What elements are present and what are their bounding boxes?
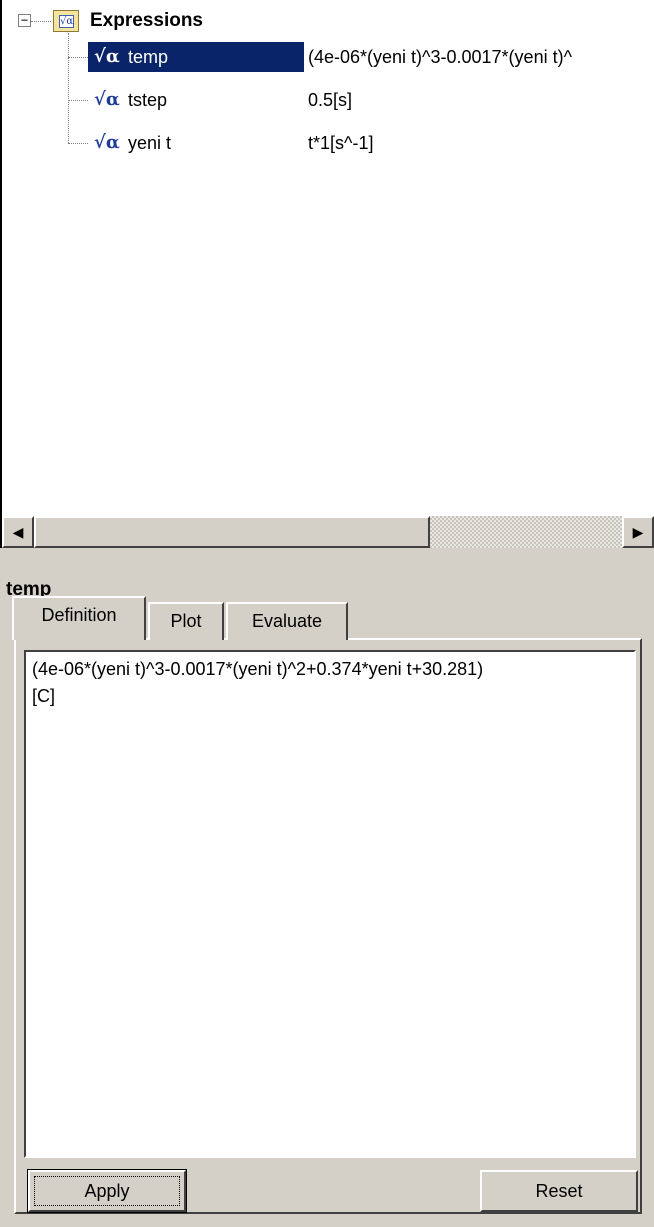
tree-item-yeni-t-value[interactable]: t*1[s^-1] [308, 128, 373, 158]
tree-item-temp-value[interactable]: (4e-06*(yeni t)^3-0.0017*(yeni t)^ [308, 42, 572, 72]
expressions-root-label[interactable]: Expressions [90, 6, 203, 36]
tree-item-tstep-value[interactable]: 0.5[s] [308, 85, 352, 115]
tab-definition[interactable]: Definition [12, 596, 146, 640]
tab-plot[interactable]: Plot [148, 602, 224, 640]
tree-horizontal-scrollbar[interactable]: ◀ ▶ [2, 516, 654, 548]
right-arrow-icon: ▶ [632, 524, 644, 540]
scrollbar-thumb[interactable] [34, 516, 430, 548]
left-arrow-icon: ◀ [12, 524, 24, 540]
sqrt-alpha-glyph: √α [59, 15, 74, 28]
tab-evaluate-label: Evaluate [251, 611, 323, 631]
tree-view: − √α Expressions √α temp (4e-06*(yeni t)… [2, 0, 654, 516]
apply-button-label: Apply [84, 1181, 130, 1201]
sqrt-alpha-icon: √α [94, 46, 120, 67]
sqrt-alpha-icon: √α [94, 132, 120, 153]
sqrt-alpha-icon: √α [94, 89, 120, 110]
tree-connector [68, 33, 69, 143]
scroll-right-button[interactable]: ▶ [622, 516, 654, 548]
tab-evaluate[interactable]: Evaluate [226, 602, 348, 640]
tab-plot-label: Plot [170, 611, 202, 631]
tab-definition-label: Definition [41, 605, 117, 625]
definition-textarea[interactable]: (4e-06*(yeni t)^3-0.0017*(yeni t)^2+0.37… [24, 650, 636, 1158]
tree-item-temp-selection[interactable] [88, 42, 304, 72]
reset-button[interactable]: Reset [480, 1170, 638, 1212]
expressions-tree-pane: − √α Expressions √α temp (4e-06*(yeni t)… [0, 0, 654, 548]
reset-button-label: Reset [535, 1181, 583, 1201]
tree-item-temp[interactable]: temp [128, 42, 168, 72]
tree-connector [68, 100, 88, 101]
apply-button[interactable]: Apply [27, 1169, 187, 1213]
tree-item-tstep[interactable]: tstep [128, 85, 167, 115]
expressions-folder-icon[interactable]: √α [53, 10, 79, 32]
tree-connector [31, 21, 51, 22]
collapse-expressions-button[interactable]: − [18, 14, 31, 27]
tree-item-yeni-t[interactable]: yeni t [128, 128, 171, 158]
scroll-left-button[interactable]: ◀ [2, 516, 34, 548]
tree-connector [68, 57, 88, 58]
tree-connector [68, 143, 88, 144]
